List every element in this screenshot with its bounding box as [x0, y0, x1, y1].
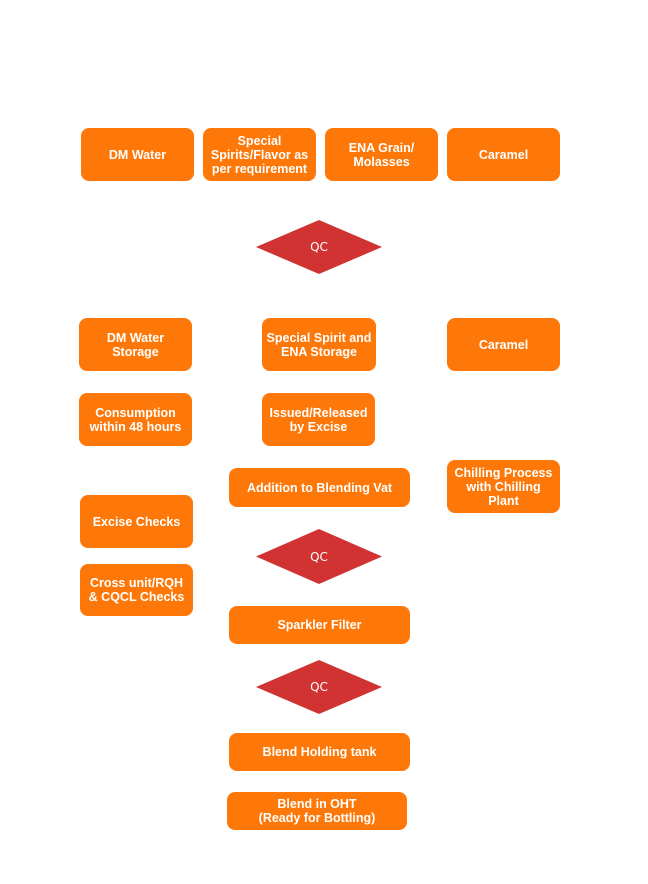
box-caramel-input: Caramel: [447, 128, 560, 181]
box-cross-unit-rqh-cqcl-checks: Cross unit/RQH & CQCL Checks: [80, 564, 193, 616]
qc-label: QC: [310, 240, 328, 254]
box-dm-water: DM Water: [81, 128, 194, 181]
box-dm-water-storage: DM Water Storage: [79, 318, 192, 371]
qc-label: QC: [310, 549, 328, 564]
qc-diamond-3: QC: [256, 660, 382, 714]
box-chilling-process: Chilling Process with Chilling Plant: [447, 460, 560, 513]
qc-label: QC: [310, 680, 328, 694]
qc-diamond-1: QC: [256, 220, 382, 274]
qc-diamond-2: QC: [256, 529, 382, 584]
box-caramel-storage: Caramel: [447, 318, 560, 371]
box-special-spirits-flavor: Special Spirits/Flavor as per requiremen…: [203, 128, 316, 181]
box-issued-released-by-excise: Issued/Released by Excise: [262, 393, 375, 446]
box-blend-holding-tank: Blend Holding tank: [229, 733, 410, 771]
box-excise-checks: Excise Checks: [80, 495, 193, 548]
box-addition-to-blending-vat: Addition to Blending Vat: [229, 468, 410, 507]
box-sparkler-filter: Sparkler Filter: [229, 606, 410, 644]
box-blend-in-oht: Blend in OHT (Ready for Bottling): [227, 792, 407, 830]
box-ena-grain-molasses: ENA Grain/ Molasses: [325, 128, 438, 181]
box-consumption-48-hours: Consumption within 48 hours: [79, 393, 192, 446]
box-special-spirit-ena-storage: Special Spirit and ENA Storage: [262, 318, 376, 371]
